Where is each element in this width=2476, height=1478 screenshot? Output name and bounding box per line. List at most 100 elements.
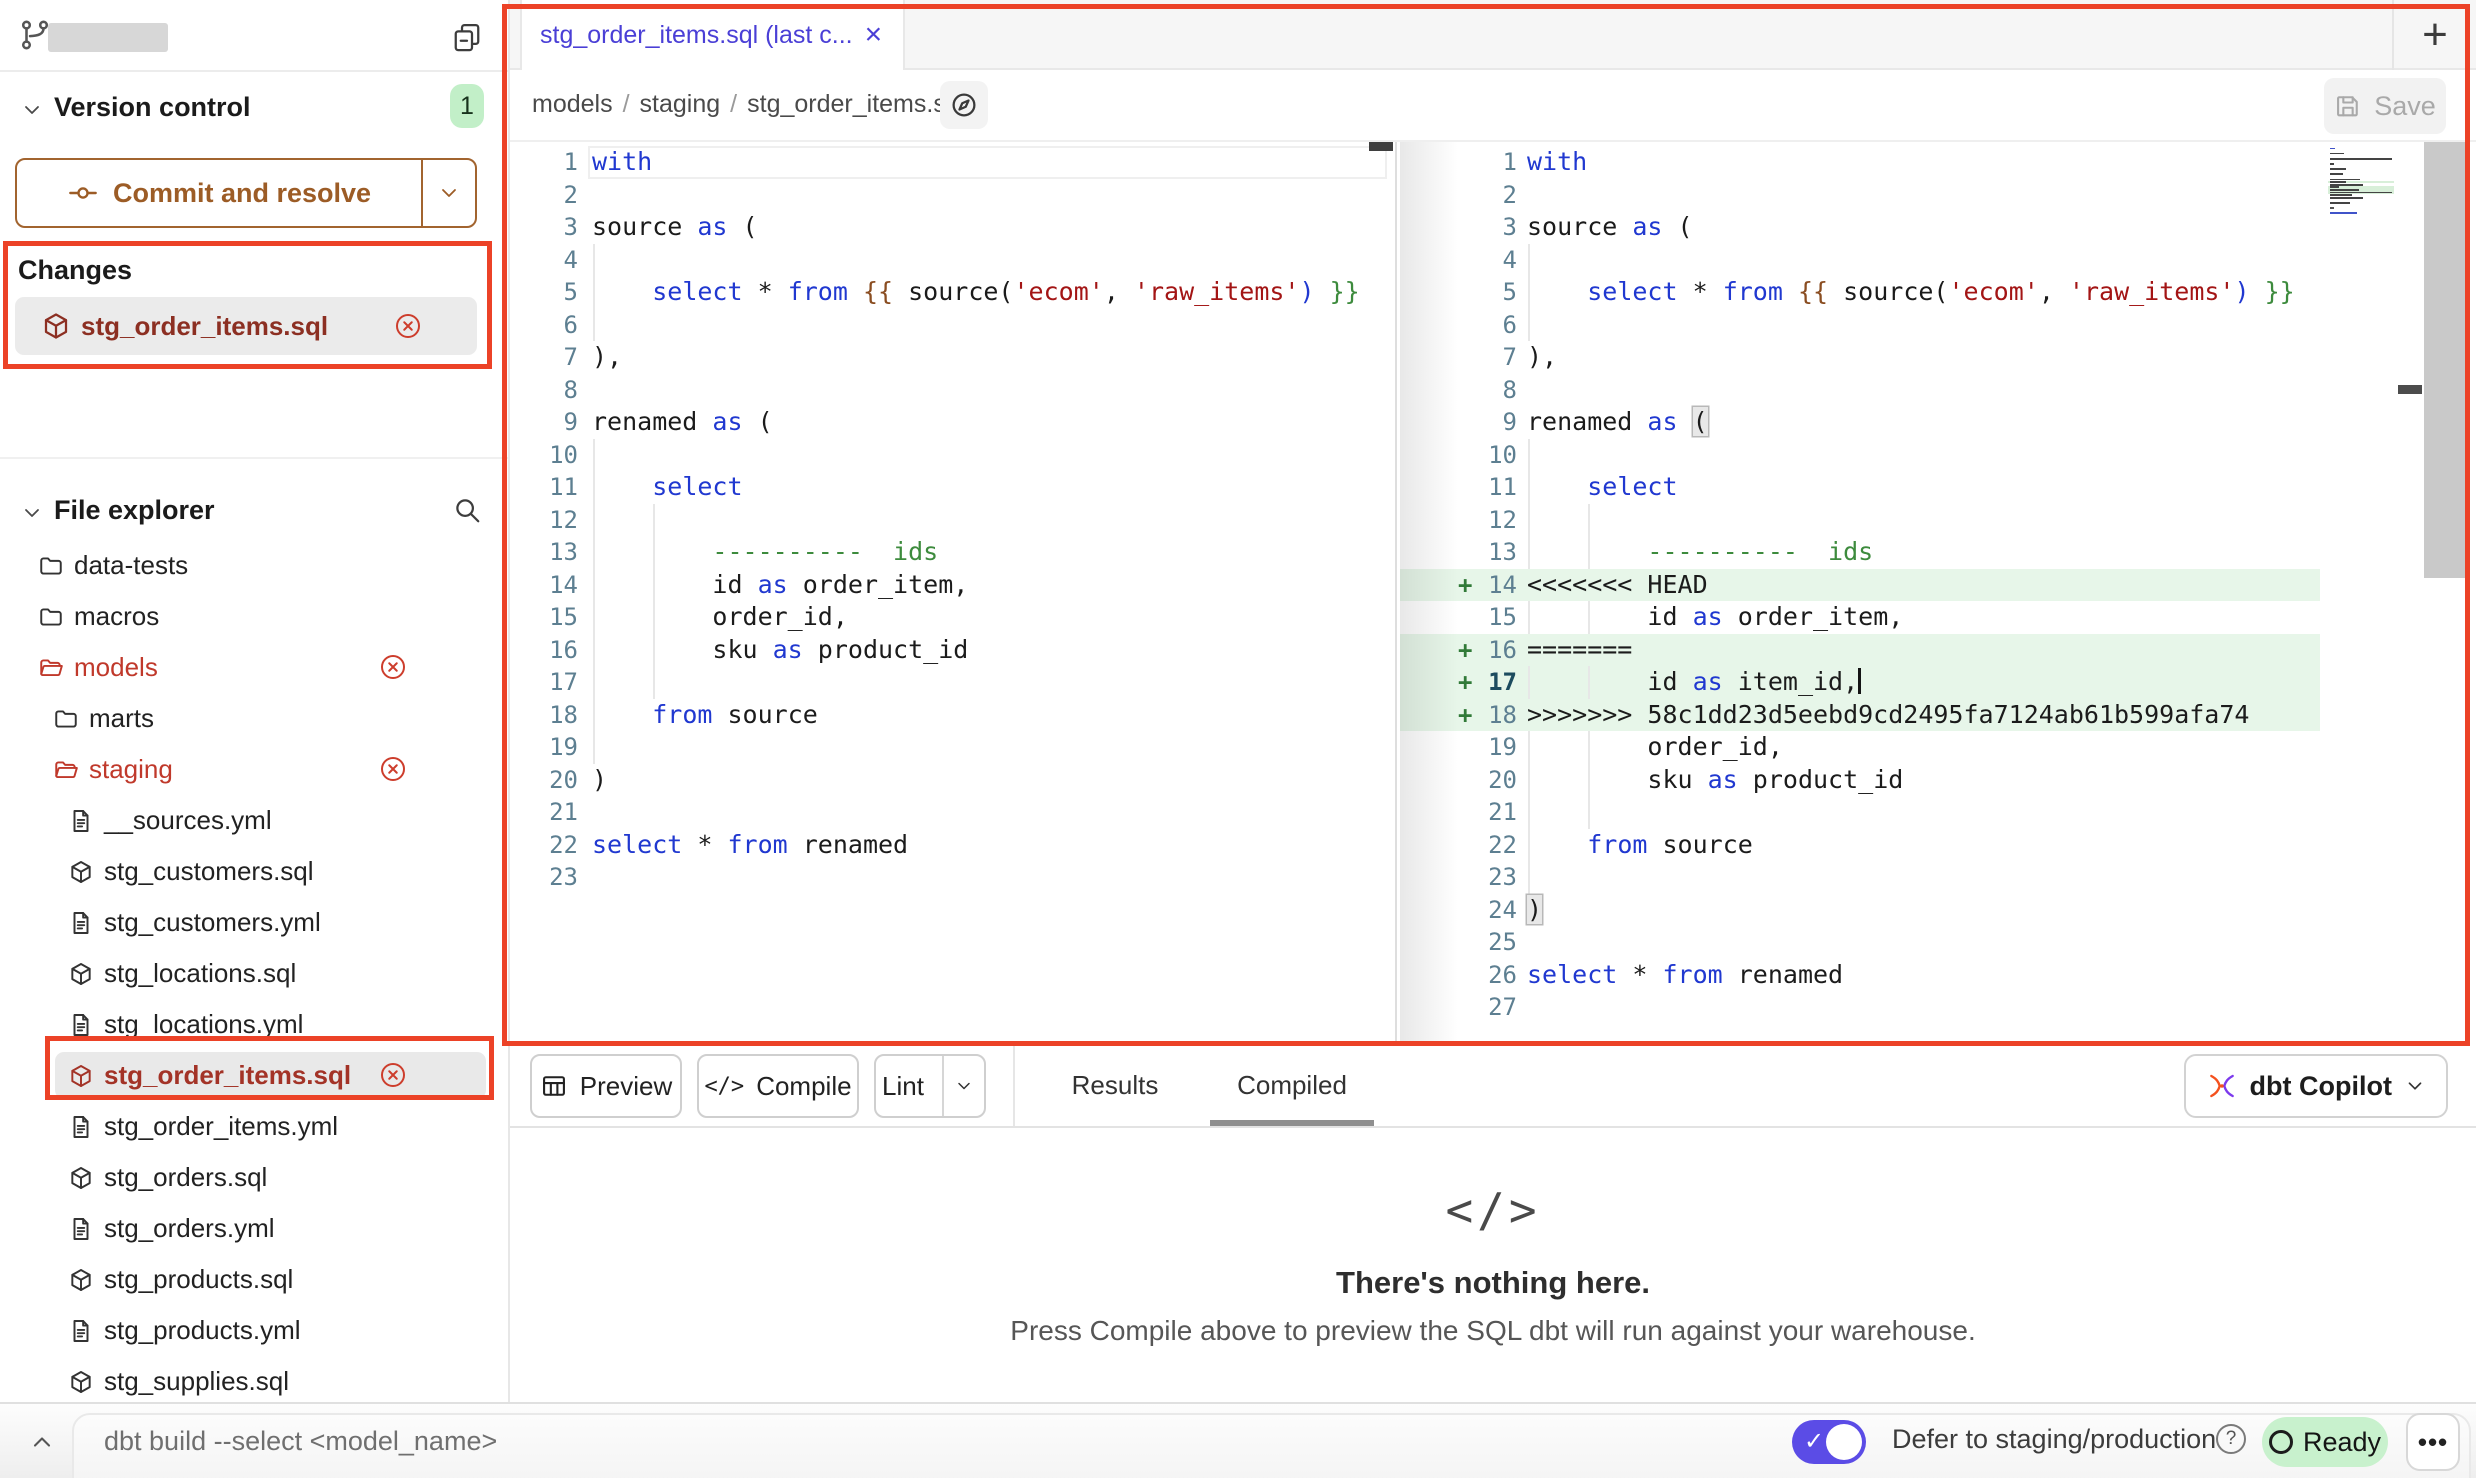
code-line-4[interactable]: 4 [510, 244, 1395, 277]
code-line-2[interactable]: 2 [510, 179, 1395, 212]
copy-icon[interactable] [452, 21, 482, 53]
lint-options-caret[interactable] [942, 1056, 984, 1116]
version-control-header[interactable]: Version control 1 [0, 84, 508, 134]
code-line-14[interactable]: +14<<<<<<< HEAD [1400, 569, 2476, 602]
code-line-12[interactable]: 12 [1400, 504, 2476, 537]
minimap[interactable] [2328, 147, 2394, 217]
chevron-up-icon[interactable] [28, 1428, 56, 1456]
file-item-stg_locations.sql[interactable]: stg_locations.sql [0, 948, 508, 999]
code-line-1[interactable]: 1with [510, 146, 1395, 179]
file-item-stg_orders.sql[interactable]: stg_orders.sql [0, 1152, 508, 1203]
code-line-20[interactable]: 20) [510, 764, 1395, 797]
code-line-19[interactable]: 19 order_id, [1400, 731, 2476, 764]
code-line-10[interactable]: 10 [510, 439, 1395, 472]
code-line-6[interactable]: 6 [510, 309, 1395, 342]
code-line-20[interactable]: 20 sku as product_id [1400, 764, 2476, 797]
lint-split-button[interactable]: Lint [874, 1054, 986, 1118]
discard-change-icon[interactable] [378, 754, 408, 784]
tab-compiled-code[interactable]: Compiled code [1210, 1044, 1374, 1126]
breadcrumb-staging[interactable]: staging [640, 90, 721, 118]
code-line-15[interactable]: 15 id as order_item, [1400, 601, 2476, 634]
code-line-1[interactable]: 1with [1400, 146, 2476, 179]
code-line-16[interactable]: +16======= [1400, 634, 2476, 667]
file-item-stg_customers.yml[interactable]: stg_customers.yml [0, 897, 508, 948]
new-tab-button[interactable]: + [2392, 0, 2476, 70]
code-line-17[interactable]: 17 [510, 666, 1395, 699]
code-line-25[interactable]: 25 [1400, 926, 2476, 959]
code-line-8[interactable]: 8 [1400, 374, 2476, 407]
code-line-9[interactable]: 9renamed as ( [510, 406, 1395, 439]
code-line-4[interactable]: 4 [1400, 244, 2476, 277]
code-line-11[interactable]: 11 select [1400, 471, 2476, 504]
file-item-stg_products.sql[interactable]: stg_products.sql [0, 1254, 508, 1305]
code-line-13[interactable]: 13 ---------- ids [1400, 536, 2476, 569]
code-line-22[interactable]: 22select * from renamed [510, 829, 1395, 862]
changed-file-row[interactable]: stg_order_items.sql [15, 297, 477, 355]
file-item-stg_products.yml[interactable]: stg_products.yml [0, 1305, 508, 1356]
lineage-button[interactable] [940, 81, 988, 129]
compile-button[interactable]: </> Compile [697, 1054, 859, 1118]
code-line-15[interactable]: 15 order_id, [510, 601, 1395, 634]
code-line-24[interactable]: 24) [1400, 894, 2476, 927]
chevron-down-icon[interactable] [20, 501, 44, 525]
file-item-stg_orders.yml[interactable]: stg_orders.yml [0, 1203, 508, 1254]
code-line-3[interactable]: 3source as ( [1400, 211, 2476, 244]
code-line-6[interactable]: 6 [1400, 309, 2476, 342]
code-line-11[interactable]: 11 select [510, 471, 1395, 504]
commit-options-caret[interactable] [421, 160, 475, 226]
tab-stg-order-items[interactable]: stg_order_items.sql (last c... × [520, 0, 905, 70]
file-item-stg_order_items.yml[interactable]: stg_order_items.yml [0, 1101, 508, 1152]
discard-change-icon[interactable] [393, 311, 423, 341]
code-line-7[interactable]: 7), [510, 341, 1395, 374]
command-input[interactable]: dbt build --select <model_name> [104, 1426, 497, 1457]
left-scrollbar-thumb[interactable] [1369, 142, 1393, 151]
code-line-26[interactable]: 26select * from renamed [1400, 959, 2476, 992]
search-icon[interactable] [452, 495, 482, 525]
code-line-18[interactable]: 18 from source [510, 699, 1395, 732]
file-item-stg_order_items.sql[interactable]: stg_order_items.sql [0, 1050, 508, 1101]
code-line-3[interactable]: 3source as ( [510, 211, 1395, 244]
right-scrollbar[interactable] [2424, 142, 2468, 578]
file-item-stg_supplies.sql[interactable]: stg_supplies.sql [0, 1356, 508, 1402]
code-line-9[interactable]: 9renamed as ( [1400, 406, 2476, 439]
code-line-23[interactable]: 23 [1400, 861, 2476, 894]
help-icon[interactable]: ? [2216, 1424, 2246, 1454]
code-line-16[interactable]: 16 sku as product_id [510, 634, 1395, 667]
code-line-23[interactable]: 23 [510, 861, 1395, 894]
code-line-21[interactable]: 21 [510, 796, 1395, 829]
file-item-stg_customers.sql[interactable]: stg_customers.sql [0, 846, 508, 897]
chevron-down-icon[interactable] [20, 98, 44, 122]
file-item-macros[interactable]: macros [0, 591, 508, 642]
save-button[interactable]: Save [2324, 78, 2446, 134]
commit-and-resolve-button[interactable]: Commit and resolve [17, 160, 421, 226]
file-item-__sources.yml[interactable]: __sources.yml [0, 795, 508, 846]
tab-results[interactable]: Results [1055, 1044, 1175, 1126]
discard-change-icon[interactable] [378, 1060, 408, 1090]
code-line-7[interactable]: 7), [1400, 341, 2476, 374]
code-line-22[interactable]: 22 from source [1400, 829, 2476, 862]
code-line-27[interactable]: 27 [1400, 991, 2476, 1024]
breadcrumb-models[interactable]: models [532, 90, 613, 118]
file-item-models[interactable]: models [0, 642, 508, 693]
breadcrumb-file[interactable]: stg_order_items.sql [747, 90, 965, 118]
editor-pane-original[interactable]: 1with23source as (45 select * from {{ so… [510, 142, 1397, 1044]
code-line-10[interactable]: 10 [1400, 439, 2476, 472]
code-line-21[interactable]: 21 [1400, 796, 2476, 829]
editor-pane-modified[interactable]: 1with23source as (45 select * from {{ so… [1400, 142, 2476, 1044]
defer-toggle[interactable]: ✓ [1792, 1420, 1866, 1464]
file-explorer-header[interactable]: File explorer [0, 487, 508, 537]
more-options-button[interactable]: ••• [2406, 1413, 2460, 1471]
file-item-stg_locations.yml[interactable]: stg_locations.yml [0, 999, 508, 1050]
code-line-5[interactable]: 5 select * from {{ source('ecom', 'raw_i… [1400, 276, 2476, 309]
file-item-staging[interactable]: staging [0, 744, 508, 795]
code-line-14[interactable]: 14 id as order_item, [510, 569, 1395, 602]
close-icon[interactable]: × [865, 20, 883, 50]
code-line-5[interactable]: 5 select * from {{ source('ecom', 'raw_i… [510, 276, 1395, 309]
code-line-12[interactable]: 12 [510, 504, 1395, 537]
code-line-17[interactable]: +17 id as item_id, [1400, 666, 2476, 699]
code-line-8[interactable]: 8 [510, 374, 1395, 407]
file-item-marts[interactable]: marts [0, 693, 508, 744]
code-line-2[interactable]: 2 [1400, 179, 2476, 212]
code-line-18[interactable]: +18>>>>>>> 58c1dd23d5eebd9cd2495fa7124ab… [1400, 699, 2476, 732]
file-item-data-tests[interactable]: data-tests [0, 540, 508, 591]
